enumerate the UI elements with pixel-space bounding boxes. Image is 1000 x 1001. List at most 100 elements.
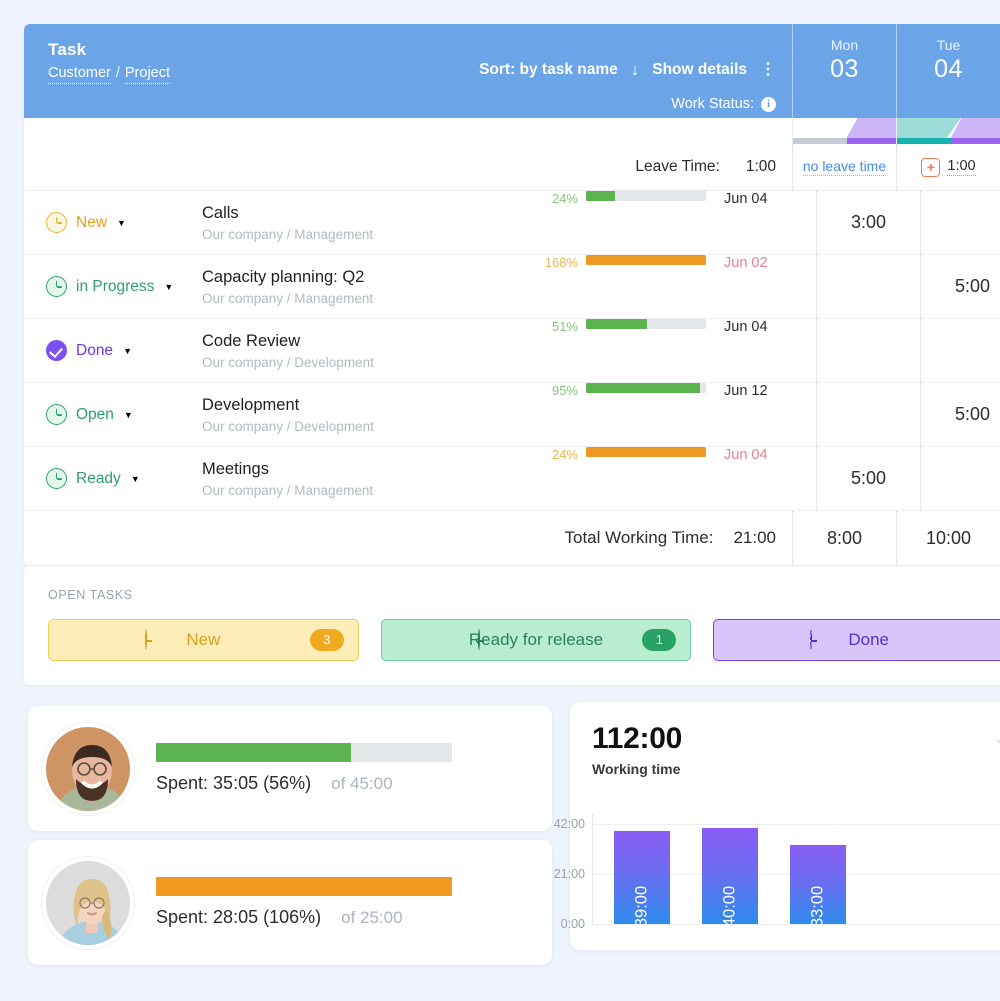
status-chip-done[interactable]: Done (713, 619, 1000, 661)
chart-bar[interactable]: 40:00 (702, 828, 758, 928)
leave-time-total: 1:00 (745, 158, 776, 175)
user-progress-fill (156, 877, 452, 896)
chevron-down-icon[interactable]: ▼ (164, 282, 173, 292)
work-status-bar-mon[interactable] (792, 118, 896, 144)
status-chip-ready[interactable]: Ready for release 1 (380, 619, 692, 661)
task-day-cell-mon[interactable] (816, 319, 920, 382)
task-path: Our company / Development (202, 418, 374, 434)
progress-track (586, 255, 706, 265)
totals-value: 21:00 (733, 528, 776, 547)
leave-time-label: Leave Time: (635, 158, 720, 175)
day-number: 04 (934, 55, 963, 83)
task-path: Our company / Management (202, 482, 374, 498)
task-day-cell-mon[interactable]: 3:00 (816, 191, 920, 254)
task-day-cell-mon[interactable] (816, 383, 920, 446)
task-day-cell-tue[interactable] (920, 447, 1000, 510)
user-budget-label: of 25:00 (341, 908, 403, 927)
chevron-down-icon[interactable]: ▼ (123, 346, 132, 356)
breadcrumb-separator: / (115, 65, 120, 81)
show-details-button[interactable]: Show details (652, 61, 747, 79)
add-leave-time-icon[interactable]: + (921, 157, 941, 177)
task-progress-bar (586, 255, 706, 318)
user-progress-body: Spent: 35:05 (56%) of 45:00 (156, 743, 452, 794)
user-progress-card[interactable]: Spent: 28:05 (106%) of 25:00 (28, 840, 552, 965)
task-info-cell[interactable]: Calls Our company / Management (202, 191, 526, 254)
sort-button[interactable]: Sort: by task name (479, 61, 618, 79)
task-name: Capacity planning: Q2 (202, 267, 365, 286)
chevron-down-icon[interactable]: ▼ (131, 474, 140, 484)
leave-time-value[interactable]: 1:00 (947, 158, 976, 176)
status-chip-new[interactable]: New 3 (48, 619, 359, 661)
progress-track (586, 319, 706, 329)
task-info-cell[interactable]: Development Our company / Development (202, 383, 526, 446)
task-due-date: Jun 04 (724, 447, 768, 463)
leave-time-cell-mon[interactable]: no leave time (792, 144, 896, 190)
progress-fill (586, 255, 706, 265)
task-day-cell-tue[interactable]: 5:00 (920, 383, 1000, 446)
working-time-chart-card: 112:00 Working time 42:00 21:00 0:00 39:… (554, 702, 1000, 950)
work-status-underline-left (793, 138, 847, 144)
day-header-tue[interactable]: Tue 04 (896, 24, 1000, 118)
task-progress-bar (586, 447, 706, 510)
leave-time-cell-tue[interactable]: + 1:00 (896, 144, 1000, 190)
task-name: Development (202, 395, 300, 414)
task-status-cell[interactable]: Ready ▼ (24, 447, 202, 510)
no-leave-time-link[interactable]: no leave time (802, 158, 887, 176)
task-status-label: in Progress (76, 277, 155, 295)
progress-fill (586, 319, 648, 329)
chart-bar-label: 40:00 (720, 885, 739, 928)
table-row[interactable]: Ready ▼ Meetings Our company / Managemen… (24, 447, 1000, 511)
task-due-date: Jun 04 (724, 319, 768, 335)
breadcrumb-project[interactable]: Project (124, 65, 171, 84)
totals-summary: Total Working Time: 21:00 (24, 511, 792, 565)
chip-label: Done (848, 630, 889, 649)
progress-track (586, 447, 706, 457)
task-day-cell-mon[interactable]: 5:00 (816, 447, 920, 510)
table-row[interactable]: New ▼ Calls Our company / Management 24%… (24, 191, 1000, 255)
chart-bar[interactable]: 33:00 (790, 845, 846, 927)
user-progress-body: Spent: 28:05 (106%) of 25:00 (156, 877, 452, 928)
table-header: Task Customer / Project Sort: by task name… (24, 24, 1000, 118)
table-row[interactable]: Done ▼ Code Review Our company / Develop… (24, 319, 1000, 383)
task-info-cell[interactable]: Capacity planning: Q2 Our company / Mana… (202, 255, 526, 318)
work-status-bar-tue[interactable] (896, 118, 1000, 144)
task-info-cell[interactable]: Meetings Our company / Management (202, 447, 526, 510)
chevron-down-icon[interactable]: ▼ (124, 410, 133, 420)
chip-count-badge: 1 (642, 629, 677, 651)
task-day-cell-mon[interactable] (816, 255, 920, 318)
user-progress-labels: Spent: 35:05 (56%) of 45:00 (156, 773, 452, 794)
task-path: Our company / Management (202, 290, 374, 306)
table-row[interactable]: in Progress ▼ Capacity planning: Q2 Our … (24, 255, 1000, 319)
task-path: Our company / Development (202, 354, 374, 370)
user-spent-label: Spent: 35:05 (56%) (156, 773, 312, 793)
breadcrumb-customer[interactable]: Customer (48, 65, 111, 84)
user-progress-card[interactable]: Spent: 35:05 (56%) of 45:00 (28, 706, 552, 831)
chart-bar-label: 39:00 (632, 885, 651, 928)
task-percent: 24% (551, 447, 578, 462)
chip-label: New (186, 630, 221, 649)
task-day-cell-tue[interactable]: 5:00 (920, 255, 1000, 318)
table-header-main: Task Customer / Project Sort: by task name… (24, 24, 792, 118)
info-icon[interactable]: i (761, 96, 776, 112)
chevron-down-icon[interactable]: ▼ (117, 218, 126, 228)
chart-total-value: 112:00 (592, 722, 682, 755)
task-day-cell-tue[interactable] (920, 319, 1000, 382)
progress-fill (586, 383, 700, 393)
task-status-cell[interactable]: in Progress ▼ (24, 255, 202, 318)
sort-direction-icon[interactable]: ↓ (631, 60, 640, 80)
more-options-icon[interactable]: ⋮ (760, 62, 776, 78)
chip-label: Ready for release (468, 630, 604, 649)
task-status-cell[interactable]: Done ▼ (24, 319, 202, 382)
task-info-cell[interactable]: Code Review Our company / Development (202, 319, 526, 382)
chart-y-tick-label: 21:00 (553, 866, 585, 881)
task-status-cell[interactable]: New ▼ (24, 191, 202, 254)
open-tasks-card: OPEN TASKS New 3 Ready for release 1 Don… (24, 566, 1000, 685)
day-header-mon[interactable]: Mon 03 (792, 24, 896, 118)
table-row[interactable]: Open ▼ Development Our company / Develop… (24, 383, 1000, 447)
user-progress-fill (156, 743, 352, 762)
chart-y-tick-label: 0:00 (560, 917, 585, 931)
task-status-cell[interactable]: Open ▼ (24, 383, 202, 446)
task-day-cell-tue[interactable] (920, 191, 1000, 254)
chart-bar[interactable]: 39:00 (614, 830, 670, 928)
work-status-underline-right (846, 138, 896, 144)
